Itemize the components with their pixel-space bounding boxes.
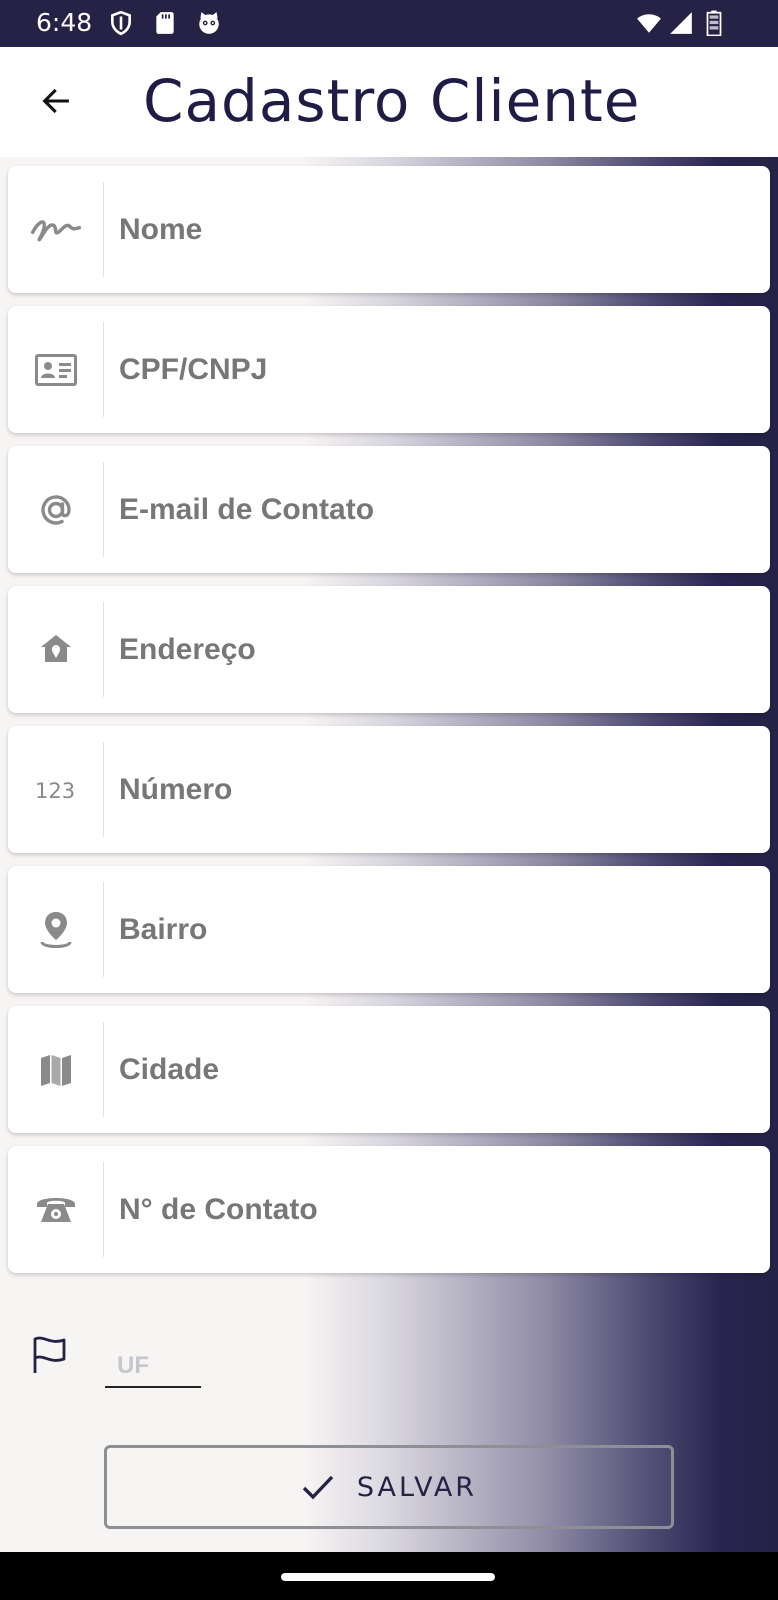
field-placeholder: E-mail de Contato xyxy=(119,492,375,526)
field-email[interactable]: E-mail de Contato xyxy=(8,446,770,573)
arrow-back-icon xyxy=(42,88,69,114)
shield-icon xyxy=(111,10,131,36)
field-placeholder: Bairro xyxy=(119,912,208,946)
save-button-label: SALVAR xyxy=(356,1471,478,1503)
status-bar: 6:48 xyxy=(0,0,778,47)
app-bar: Cadastro Cliente xyxy=(0,47,778,157)
location-pin-icon xyxy=(40,911,71,948)
home-handle[interactable] xyxy=(281,1573,495,1581)
back-button[interactable] xyxy=(30,75,82,127)
cat-icon xyxy=(199,12,219,34)
field-placeholder: Endereço xyxy=(119,632,256,666)
home-pin-icon xyxy=(40,634,71,662)
field-placeholder: Número xyxy=(119,772,233,806)
check-icon xyxy=(302,1475,334,1500)
field-nome[interactable]: Nome xyxy=(8,166,770,293)
flag-icon xyxy=(33,1336,66,1373)
field-numero[interactable]: 123 Número xyxy=(8,726,770,853)
field-cpf-cnpj[interactable]: CPF/CNPJ xyxy=(8,306,770,433)
signature-icon xyxy=(30,219,81,241)
page-title: Cadastro Cliente xyxy=(143,67,641,135)
field-bairro[interactable]: Bairro xyxy=(8,866,770,993)
id-card-icon xyxy=(34,353,77,386)
numbers-icon: 123 xyxy=(35,779,75,803)
field-placeholder: N° de Contato xyxy=(119,1192,318,1226)
navigation-bar xyxy=(0,1552,778,1600)
uf-placeholder: UF xyxy=(117,1352,149,1379)
map-icon xyxy=(40,1054,71,1086)
telephone-icon xyxy=(36,1197,75,1222)
svg-text:123: 123 xyxy=(35,779,75,803)
signal-icon xyxy=(670,12,692,34)
wifi-icon xyxy=(637,14,661,33)
status-time: 6:48 xyxy=(36,8,93,37)
field-placeholder: CPF/CNPJ xyxy=(119,352,268,386)
field-placeholder: Cidade xyxy=(119,1052,220,1086)
field-endereco[interactable]: Endereço xyxy=(8,586,770,713)
field-placeholder: Nome xyxy=(119,212,203,246)
save-button[interactable]: SALVAR xyxy=(104,1445,674,1529)
field-contato[interactable]: N° de Contato xyxy=(8,1146,770,1273)
battery-icon xyxy=(706,10,722,36)
field-cidade[interactable]: Cidade xyxy=(8,1006,770,1133)
uf-row: UF xyxy=(0,1295,778,1405)
at-sign-icon xyxy=(40,494,71,525)
uf-input[interactable]: UF xyxy=(105,1338,201,1388)
sd-card-icon xyxy=(156,12,174,34)
